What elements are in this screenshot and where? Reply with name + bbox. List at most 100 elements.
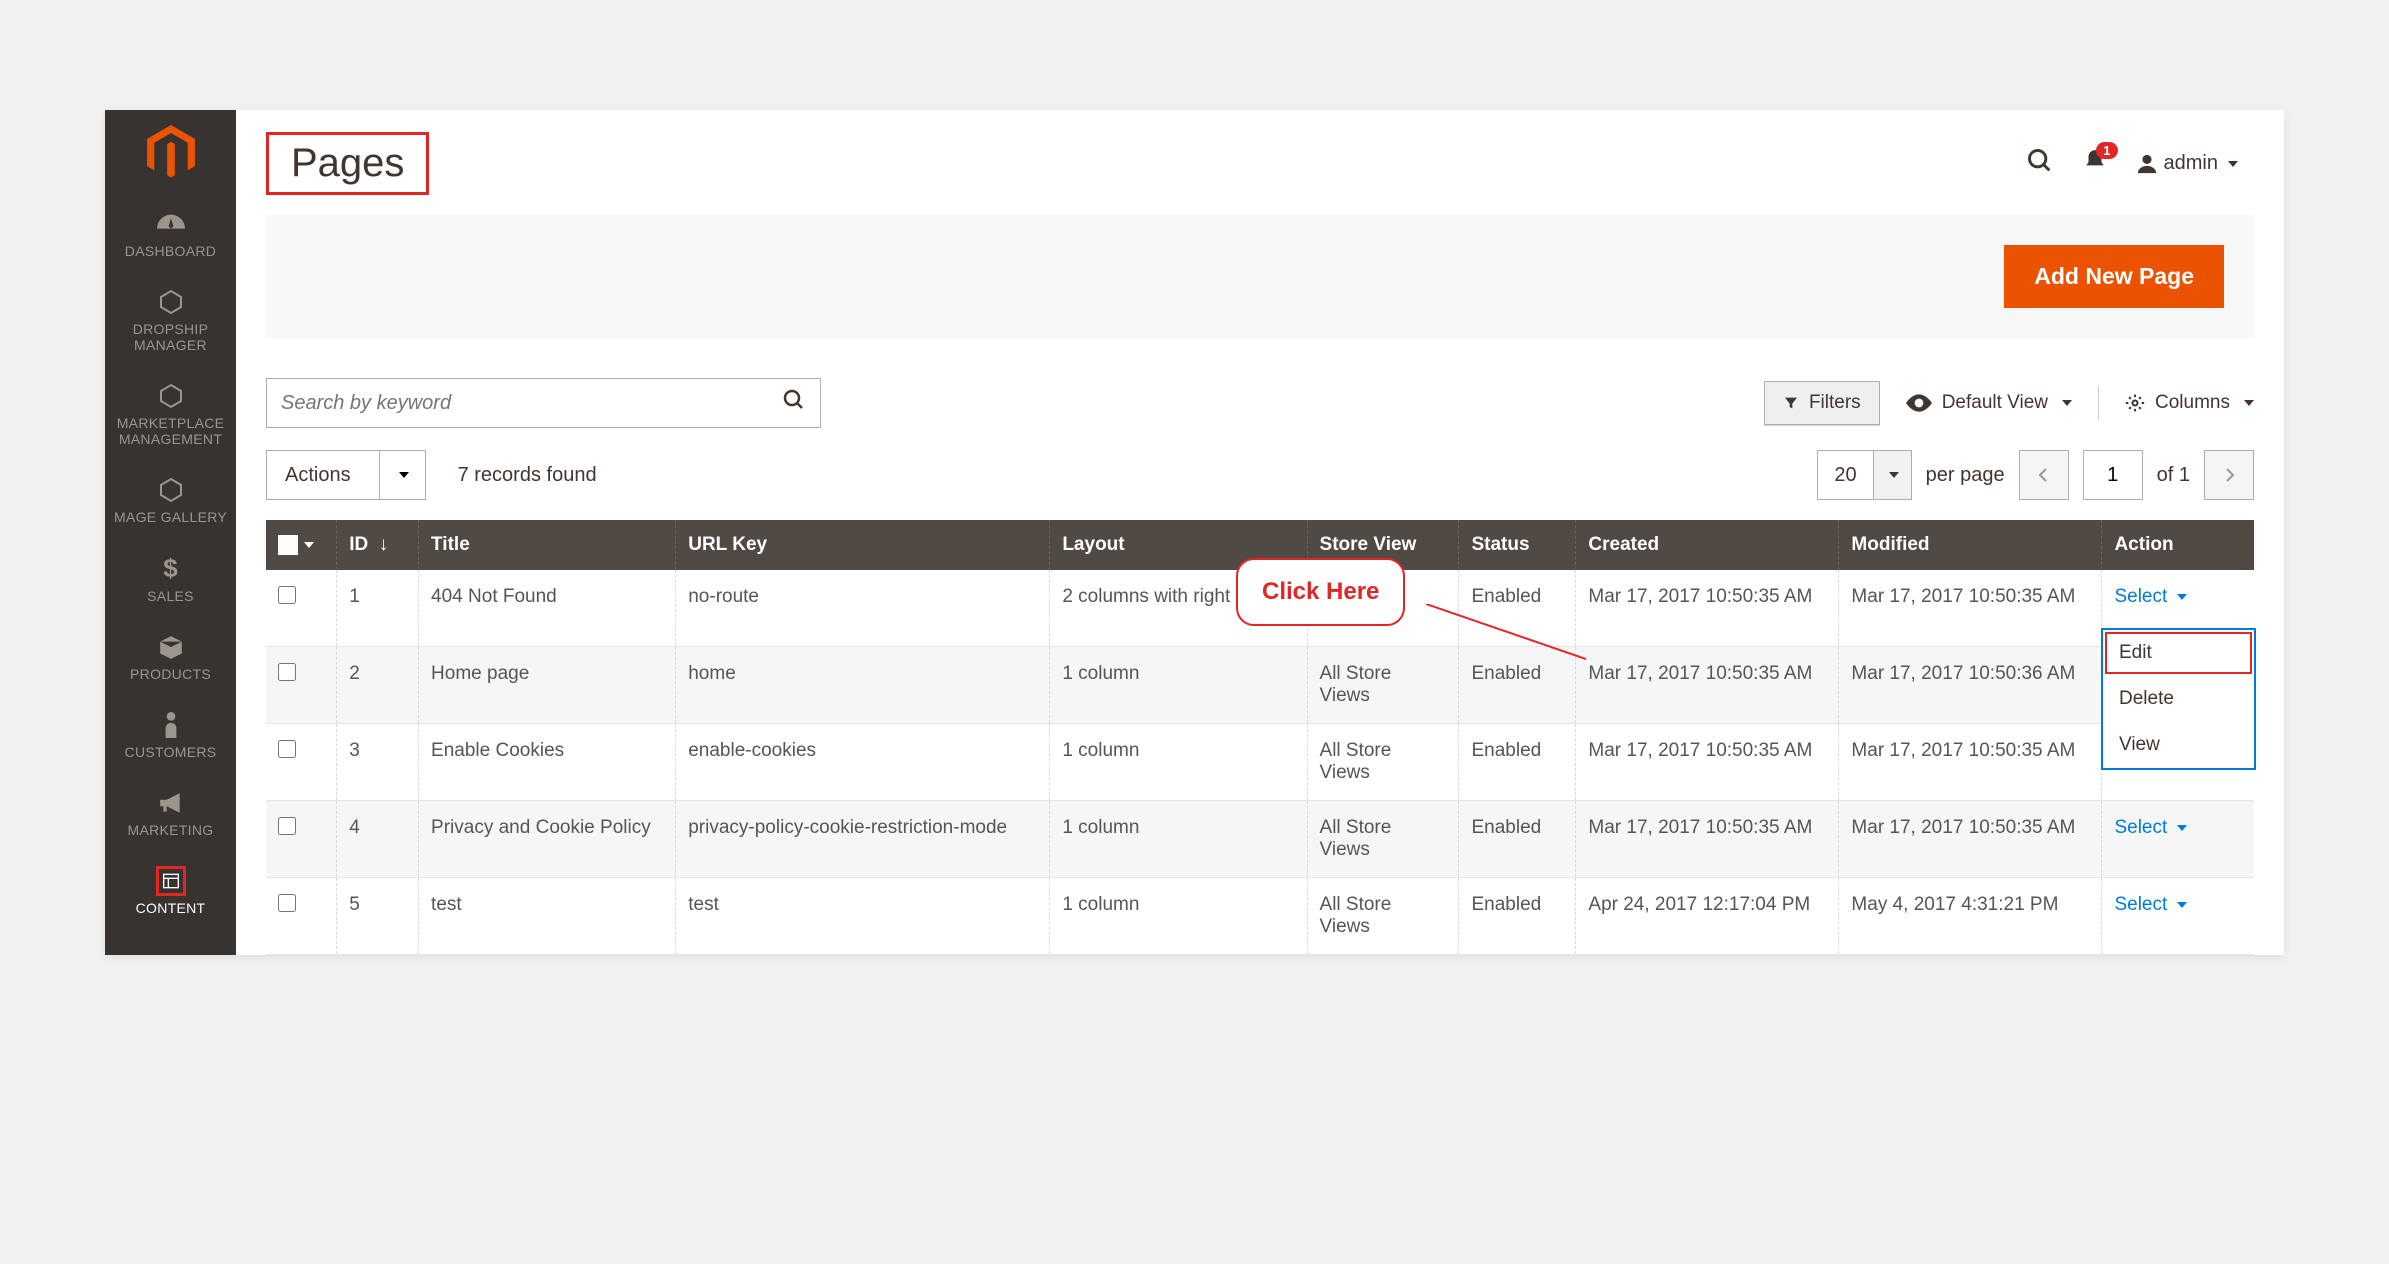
sidebar-item-products[interactable]: PRODUCTS	[105, 618, 236, 696]
cell-title: test	[419, 878, 676, 955]
cell-modified: Mar 17, 2017 10:50:35 AM	[1839, 570, 2102, 647]
action-menu-view[interactable]: View	[2103, 722, 2254, 768]
sort-arrow-icon: ↓	[379, 534, 389, 555]
cell-id: 1	[337, 570, 419, 647]
hexagon-icon	[156, 287, 186, 317]
column-header-created[interactable]: Created	[1576, 520, 1839, 570]
action-menu-edit[interactable]: Edit	[2103, 630, 2254, 676]
app-frame: DASHBOARD DROPSHIP MANAGER MARKETPLACE MAN…	[105, 110, 2284, 955]
sidebar-item-marketplace-management[interactable]: MARKETPLACE MANAGEMENT	[105, 367, 236, 461]
dollar-icon: $	[156, 554, 186, 584]
row-action-menu: EditDeleteView	[2101, 628, 2256, 770]
columns-label: Columns	[2155, 392, 2230, 414]
eye-icon	[1906, 394, 1932, 412]
row-checkbox[interactable]	[278, 894, 296, 912]
user-icon	[2136, 153, 2158, 175]
column-header-status[interactable]: Status	[1459, 520, 1576, 570]
person-icon	[156, 710, 186, 740]
row-action-select[interactable]: Select	[2114, 817, 2187, 839]
cell-id: 2	[337, 647, 419, 724]
filters-label: Filters	[1809, 392, 1861, 414]
cell-layout: 1 column	[1050, 724, 1307, 801]
funnel-icon	[1783, 395, 1799, 411]
search-submit-icon[interactable]	[782, 388, 806, 418]
default-view-label: Default View	[1942, 392, 2048, 414]
row-checkbox[interactable]	[278, 740, 296, 758]
chevron-down-icon[interactable]	[379, 451, 425, 499]
page-number-input[interactable]	[2083, 450, 2143, 500]
cell-layout: 1 column	[1050, 801, 1307, 878]
sidebar-item-content[interactable]: CONTENT	[105, 852, 236, 930]
sidebar-item-label: DROPSHIP MANAGER	[109, 321, 232, 353]
cell-store-view: All Store Views	[1307, 801, 1459, 878]
column-header-id[interactable]: ID ↓	[337, 520, 419, 570]
next-page-button[interactable]	[2204, 450, 2254, 500]
filters-button[interactable]: Filters	[1764, 381, 1880, 425]
cell-created: Mar 17, 2017 10:50:35 AM	[1576, 570, 1839, 647]
sidebar-item-mage-gallery[interactable]: MAGE GALLERY	[105, 461, 236, 539]
column-header-action[interactable]: Action	[2102, 520, 2254, 570]
notifications-icon[interactable]: 1	[2082, 148, 2108, 180]
per-page-value: 20	[1818, 451, 1872, 499]
cell-store-view: All Store Views	[1307, 724, 1459, 801]
column-header-title[interactable]: Title	[419, 520, 676, 570]
hexagon-icon	[156, 381, 186, 411]
cell-id: 3	[337, 724, 419, 801]
magento-logo[interactable]	[105, 110, 236, 195]
cell-title: 404 Not Found	[419, 570, 676, 647]
callout-connector	[1426, 604, 1586, 664]
cell-status: Enabled	[1459, 724, 1576, 801]
cell-id: 4	[337, 801, 419, 878]
row-checkbox[interactable]	[278, 817, 296, 835]
cell-modified: May 4, 2017 4:31:21 PM	[1839, 878, 2102, 955]
sidebar-item-label: SALES	[147, 588, 194, 604]
page-title: Pages	[266, 132, 429, 195]
sidebar-item-sales[interactable]: $ SALES	[105, 540, 236, 618]
table-row: 4Privacy and Cookie Policyprivacy-policy…	[266, 801, 2254, 878]
sidebar-item-label: MAGE GALLERY	[114, 509, 227, 525]
sidebar-item-dashboard[interactable]: DASHBOARD	[105, 195, 236, 273]
mass-actions-dropdown[interactable]: Actions	[266, 450, 426, 500]
chevron-down-icon	[2224, 152, 2238, 175]
cell-status: Enabled	[1459, 878, 1576, 955]
sidebar-item-marketing[interactable]: MARKETING	[105, 774, 236, 852]
callout-text: Click Here	[1262, 578, 1379, 605]
chevron-down-icon[interactable]	[1873, 451, 1911, 499]
row-action-select[interactable]: Select	[2114, 894, 2187, 916]
per-page-select[interactable]: 20	[1817, 450, 1911, 500]
user-label: admin	[2164, 152, 2218, 175]
cell-url-key: privacy-policy-cookie-restriction-mode	[676, 801, 1050, 878]
sidebar-item-dropship-manager[interactable]: DROPSHIP MANAGER	[105, 273, 236, 367]
row-checkbox[interactable]	[278, 586, 296, 604]
prev-page-button[interactable]	[2019, 450, 2069, 500]
chevron-down-icon[interactable]	[300, 534, 314, 556]
cell-title: Enable Cookies	[419, 724, 676, 801]
column-header-modified[interactable]: Modified	[1839, 520, 2102, 570]
row-checkbox[interactable]	[278, 663, 296, 681]
search-input[interactable]	[281, 392, 782, 415]
search-icon[interactable]	[2026, 147, 2054, 181]
default-view-button[interactable]: Default View	[1906, 392, 2072, 414]
column-header-url-key[interactable]: URL Key	[676, 520, 1050, 570]
sidebar-item-customers[interactable]: CUSTOMERS	[105, 696, 236, 774]
main-content: Pages 1 admin Add New Page	[236, 110, 2284, 955]
action-menu-delete[interactable]: Delete	[2103, 676, 2254, 722]
divider	[2098, 386, 2099, 420]
column-header-checkbox[interactable]	[266, 520, 337, 570]
chevron-down-icon	[2240, 392, 2254, 414]
notification-badge: 1	[2096, 142, 2117, 159]
user-menu[interactable]: admin	[2136, 152, 2238, 175]
gear-icon	[2125, 393, 2145, 413]
per-page-label: per page	[1926, 464, 2005, 487]
sidebar-item-label: MARKETING	[128, 822, 214, 838]
cell-url-key: test	[676, 878, 1050, 955]
pagination: 20 per page of 1	[1817, 450, 2254, 500]
sidebar-item-label: CONTENT	[136, 900, 206, 916]
add-new-page-button[interactable]: Add New Page	[2004, 245, 2224, 308]
columns-button[interactable]: Columns	[2125, 392, 2254, 414]
table-row: 5testtest1 columnAll Store ViewsEnabledA…	[266, 878, 2254, 955]
select-all-checkbox[interactable]	[278, 535, 298, 555]
row-action-select[interactable]: Select	[2114, 586, 2187, 608]
sidebar-item-label: PRODUCTS	[130, 666, 211, 682]
cell-id: 5	[337, 878, 419, 955]
